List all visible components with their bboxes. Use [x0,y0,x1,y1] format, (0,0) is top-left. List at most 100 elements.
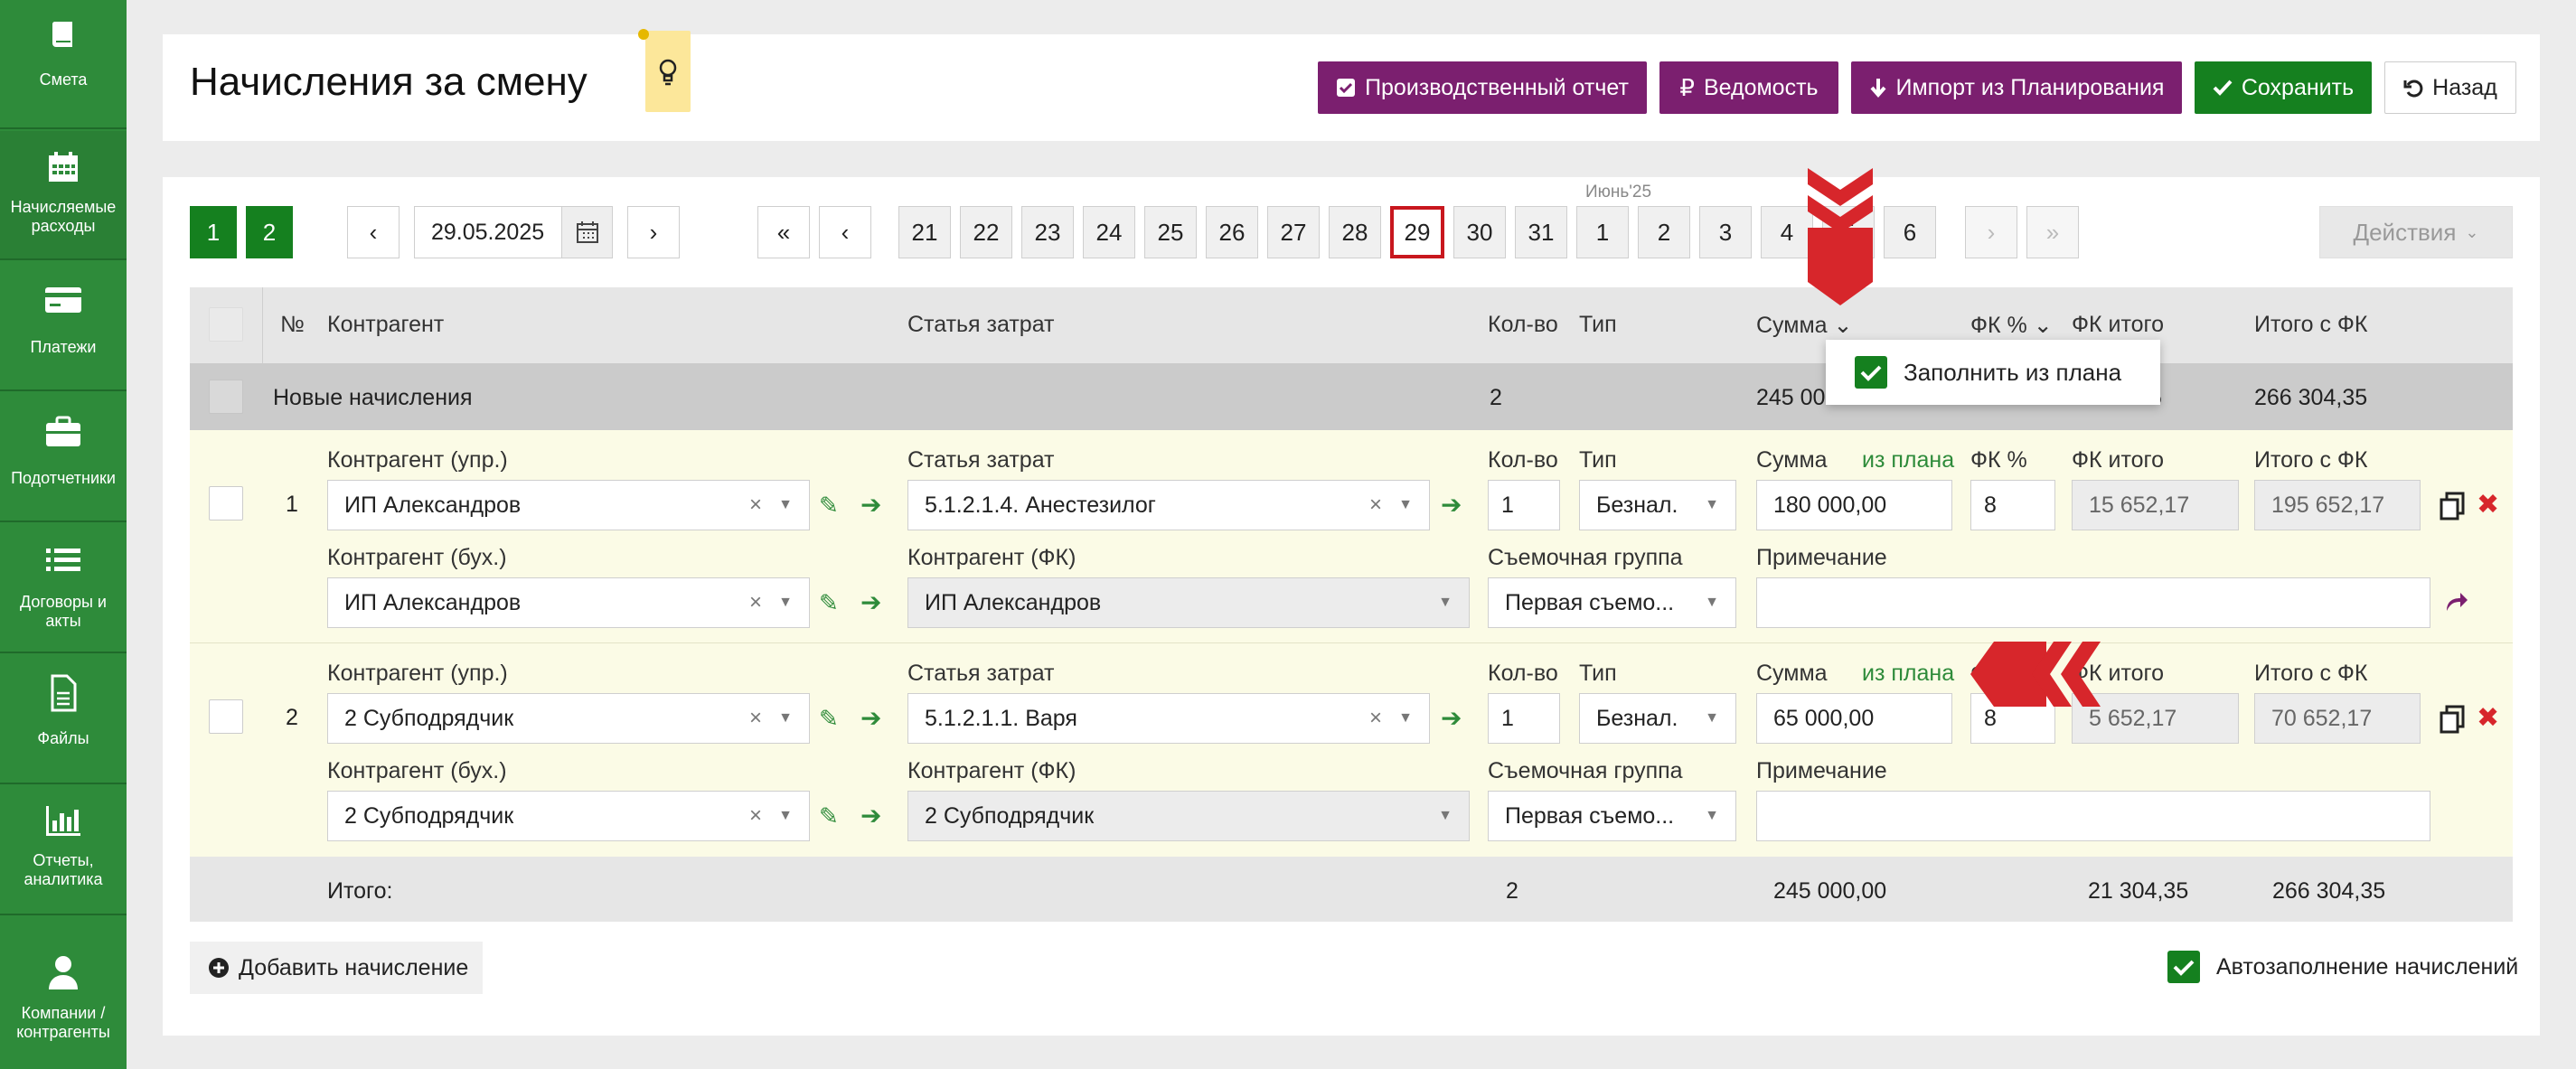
fill-from-plan-popup[interactable]: Заполнить из плана [1826,340,2160,405]
edit-pencil-icon[interactable]: ✎ [819,589,839,617]
day-3[interactable]: 3 [1699,206,1752,258]
cp-mgmt-select[interactable]: 2 Субподрядчик × ▼ [327,693,810,744]
edit-pencil-icon[interactable]: ✎ [819,492,839,520]
sum-input[interactable]: 180 000,00 [1756,480,1952,530]
from-plan-link[interactable]: из плана [1862,447,1954,474]
day-25[interactable]: 25 [1144,206,1197,258]
day-26[interactable]: 26 [1206,206,1258,258]
arrow-right-icon[interactable]: ➔ [860,490,881,520]
sidebar-item-payments[interactable]: Платежи [0,262,127,391]
caret-down-icon[interactable]: ▼ [1398,710,1413,727]
save-button[interactable]: Сохранить [2195,61,2372,114]
prev-day-button[interactable]: ‹ [819,206,871,258]
type-select[interactable]: Безнал. ▼ [1579,480,1736,530]
arrow-right-icon[interactable]: ➔ [860,801,881,830]
actions-dropdown[interactable]: Действия ⌄ [2319,206,2513,258]
cost-item-select[interactable]: 5.1.2.1.1. Варя × ▼ [907,693,1430,744]
sidebar-item-accountables[interactable]: Подотчетники [0,393,127,522]
caret-down-icon[interactable]: ▼ [1705,497,1719,513]
caret-down-icon[interactable]: ▼ [778,497,793,513]
cp-mgmt-select[interactable]: ИП Александров × ▼ [327,480,810,530]
cp-acc-select[interactable]: ИП Александров × ▼ [327,577,810,628]
day-22[interactable]: 22 [960,206,1012,258]
import-planning-button[interactable]: Импорт из Планирования [1851,61,2182,114]
day-23[interactable]: 23 [1021,206,1074,258]
type-select[interactable]: Безнал. ▼ [1579,693,1736,744]
share-arrow-icon[interactable] [2444,589,2469,613]
next-day-button[interactable]: › [1965,206,2017,258]
autofill-checkbox[interactable] [2167,951,2200,983]
edit-pencil-icon[interactable]: ✎ [819,705,839,733]
statement-button[interactable]: ₽ Ведомость [1659,61,1838,114]
fk-pct-input[interactable]: 8 [1970,480,2055,530]
caret-down-icon[interactable]: ▼ [1438,595,1453,611]
group-checkbox[interactable] [209,380,243,414]
day-29-selected[interactable]: 29 [1390,206,1444,258]
date-prev-button[interactable]: ‹ [347,206,400,258]
date-next-button[interactable]: › [627,206,680,258]
arrow-right-icon[interactable]: ➔ [860,703,881,733]
clear-icon[interactable]: × [749,803,762,829]
production-report-button[interactable]: Производственный отчет [1318,61,1647,114]
arrow-right-icon[interactable]: ➔ [1441,490,1462,520]
first-day-button[interactable]: « [757,206,810,258]
from-plan-link[interactable]: из плана [1862,661,1954,687]
qty-input[interactable]: 1 [1488,693,1560,744]
note-input[interactable] [1756,577,2430,628]
sidebar-item-files[interactable]: Файлы [0,655,127,784]
sidebar-item-reports[interactable]: Отчеты, аналитика [0,786,127,915]
date-input[interactable]: 29.05.2025 [414,206,613,258]
day-31[interactable]: 31 [1515,206,1567,258]
edit-pencil-icon[interactable]: ✎ [819,802,839,830]
day-2[interactable]: 2 [1638,206,1690,258]
day-21[interactable]: 21 [898,206,951,258]
sidebar-item-estimate[interactable]: Смета [0,0,127,129]
sidebar-item-companies[interactable]: Компании / контрагенты [0,917,127,1069]
caret-down-icon[interactable]: ▼ [778,710,793,727]
caret-down-icon[interactable]: ▼ [1398,497,1413,513]
copy-icon[interactable] [2439,492,2466,520]
row-checkbox[interactable] [209,699,243,734]
fill-from-plan-checkbox[interactable] [1855,356,1887,389]
day-24[interactable]: 24 [1083,206,1135,258]
calendar-button[interactable] [561,207,612,258]
header-fk-pct[interactable]: ФК % ⌄ [1970,312,2053,339]
row-checkbox[interactable] [209,486,243,520]
caret-down-icon[interactable]: ▼ [1705,710,1719,727]
note-input[interactable] [1756,791,2430,841]
clear-icon[interactable]: × [1369,492,1382,518]
day-30[interactable]: 30 [1453,206,1506,258]
day-28[interactable]: 28 [1329,206,1381,258]
copy-icon[interactable] [2439,705,2466,734]
cp-acc-select[interactable]: 2 Субподрядчик × ▼ [327,791,810,841]
cp-fk-select[interactable]: ИП Александров ▼ [907,577,1470,628]
day-6[interactable]: 6 [1884,206,1936,258]
caret-down-icon[interactable]: ▼ [778,808,793,824]
day-27[interactable]: 27 [1267,206,1320,258]
last-day-button[interactable]: » [2026,206,2079,258]
add-accrual-button[interactable]: Добавить начисление [190,942,483,994]
qty-input[interactable]: 1 [1488,480,1560,530]
cp-fk-select[interactable]: 2 Субподрядчик ▼ [907,791,1470,841]
caret-down-icon[interactable]: ▼ [1438,808,1453,824]
sidebar-item-contracts[interactable]: Договоры и акты [0,524,127,653]
shoot-group-select[interactable]: Первая съемо... ▼ [1488,577,1736,628]
back-button[interactable]: Назад [2384,61,2516,114]
delete-icon[interactable]: ✖ [2477,489,2499,520]
sidebar-item-accruals[interactable]: Начисляемые расходы [0,131,127,260]
help-note[interactable] [638,29,691,112]
page-1-button[interactable]: 1 [190,206,237,258]
caret-down-icon[interactable]: ▼ [1705,595,1719,611]
select-all-checkbox[interactable] [209,307,243,342]
cost-item-select[interactable]: 5.1.2.1.4. Анестезилог × ▼ [907,480,1430,530]
delete-icon[interactable]: ✖ [2477,702,2499,734]
header-sum[interactable]: Сумма ⌄ [1756,312,1852,339]
clear-icon[interactable]: × [749,706,762,731]
page-2-button[interactable]: 2 [246,206,293,258]
arrow-right-icon[interactable]: ➔ [860,587,881,617]
caret-down-icon[interactable]: ▼ [1705,808,1719,824]
clear-icon[interactable]: × [749,492,762,518]
day-1[interactable]: 1 [1576,206,1629,258]
clear-icon[interactable]: × [1369,706,1382,731]
caret-down-icon[interactable]: ▼ [778,595,793,611]
